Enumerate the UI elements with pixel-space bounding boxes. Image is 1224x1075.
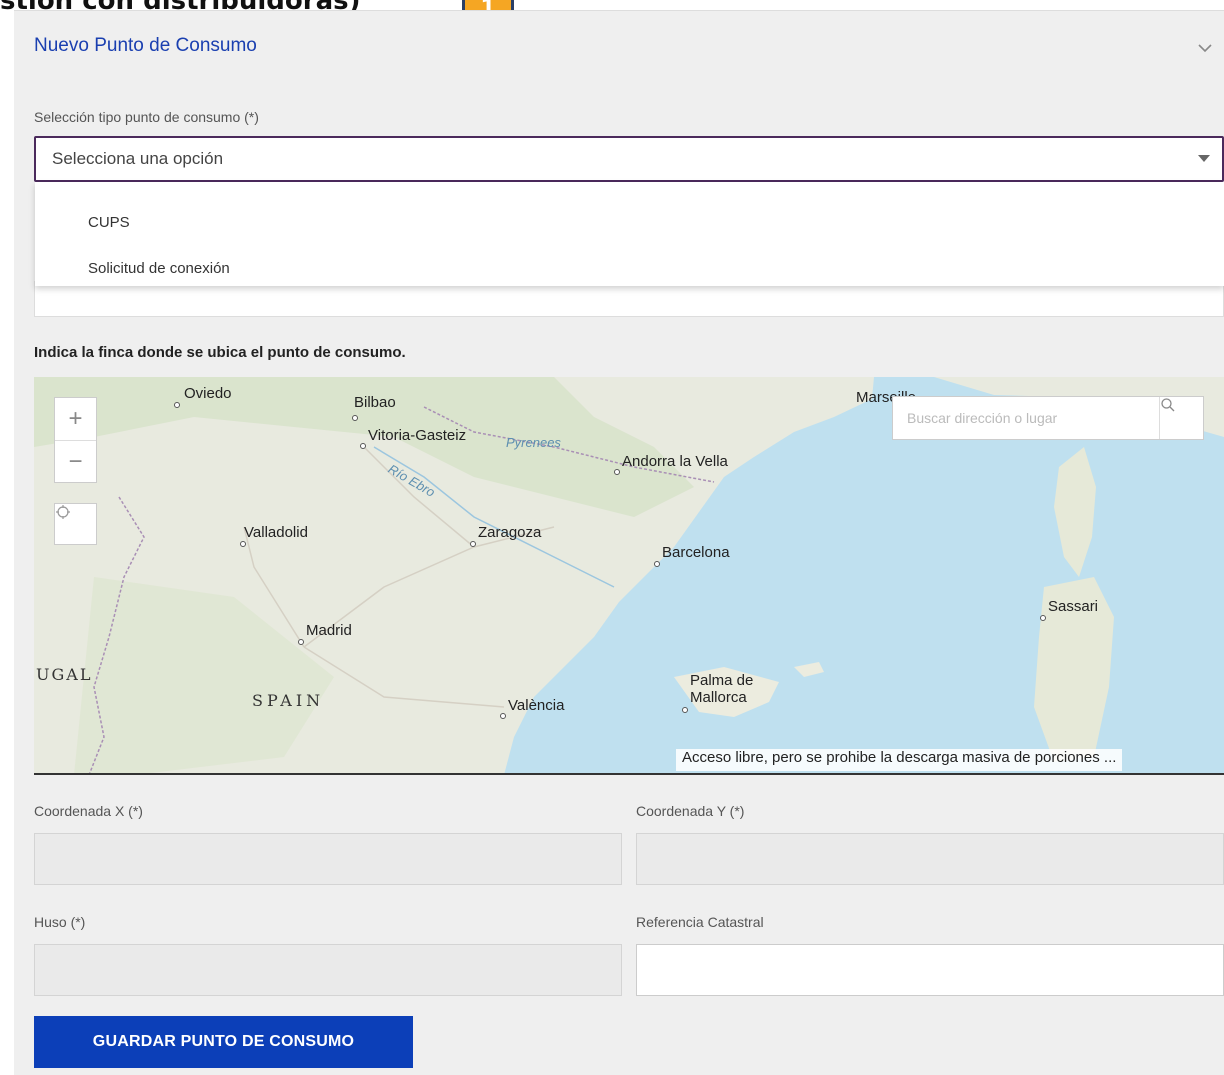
city-dot: [174, 402, 180, 408]
chevron-down-icon[interactable]: [1196, 39, 1214, 57]
map-label-valencia: València: [508, 697, 565, 714]
search-icon: [1161, 398, 1175, 412]
map-label-vitoria: Vitoria-Gasteiz: [368, 427, 467, 444]
map-label-sassari: Sassari: [1048, 598, 1099, 615]
city-dot: [298, 639, 304, 645]
map-attribution: Acceso libre, pero se prohibe la descarg…: [676, 749, 1123, 771]
city-dot: [352, 415, 358, 421]
map-search-button[interactable]: [1159, 397, 1203, 439]
catastral-label: Referencia Catastral: [636, 914, 764, 930]
panel-title: Nuevo Punto de Consumo: [34, 35, 257, 56]
consumption-type-dropdown: CUPS Solicitud de conexión: [35, 182, 1224, 286]
map-label-oviedo: Oviedo: [184, 385, 232, 402]
city-dot: [240, 541, 246, 547]
map-label-bilbao: Bilbao: [354, 394, 396, 411]
city-dot: [500, 713, 506, 719]
coord-y-input[interactable]: [636, 833, 1224, 885]
coord-y-label: Coordenada Y (*): [636, 803, 745, 819]
dropdown-option-connection-request[interactable]: Solicitud de conexión: [88, 260, 230, 277]
map-search-input[interactable]: [893, 397, 1159, 439]
land-menorca: [794, 662, 824, 677]
city-dot: [1040, 615, 1046, 621]
map-label-palma: Palma de Mallorca: [690, 672, 754, 706]
land-corsica: [1054, 447, 1096, 577]
dropdown-option-cups[interactable]: CUPS: [88, 214, 130, 231]
city-dot: [470, 541, 476, 547]
caret-down-icon: [1198, 155, 1210, 162]
city-dot: [654, 561, 660, 567]
coord-x-label: Coordenada X (*): [34, 803, 143, 819]
city-dot: [360, 443, 366, 449]
map-label-spain: SPAIN: [252, 691, 325, 710]
map-label-andorra: Andorra la Vella: [622, 453, 728, 470]
map-search-box: [892, 396, 1204, 440]
save-consumption-point-button[interactable]: GUARDAR PUNTO DE CONSUMO: [34, 1016, 413, 1068]
city-dot: [682, 707, 688, 713]
huso-label: Huso (*): [34, 914, 86, 930]
huso-input[interactable]: [34, 944, 622, 996]
consumption-type-select[interactable]: Selecciona una opción: [34, 136, 1224, 182]
locate-button[interactable]: [54, 503, 97, 545]
map-label-pyrenees: Pyrenees: [506, 435, 561, 450]
zoom-in-button[interactable]: +: [55, 398, 96, 440]
zoom-out-button[interactable]: −: [55, 440, 96, 482]
map-view[interactable]: Oviedo Bilbao Vitoria-Gasteiz Pyrenees A…: [34, 377, 1224, 775]
map-label-portugal: UGAL: [36, 665, 93, 684]
map-label-madrid: Madrid: [306, 622, 352, 639]
hidden-field: [34, 281, 1224, 317]
city-dot: [614, 469, 620, 475]
map-label-zaragoza: Zaragoza: [478, 524, 542, 541]
map-label-valladolid: Valladolid: [244, 524, 308, 541]
consumption-type-placeholder: Selecciona una opción: [52, 149, 224, 168]
zoom-control: + −: [54, 397, 97, 483]
consumption-point-panel: Nuevo Punto de Consumo Selección tipo pu…: [14, 10, 1224, 1075]
map-label-barcelona: Barcelona: [662, 544, 730, 561]
crosshair-icon: [56, 505, 70, 519]
catastral-input[interactable]: [636, 944, 1224, 996]
consumption-type-label: Selección tipo punto de consumo (*): [34, 109, 259, 125]
coord-x-input[interactable]: [34, 833, 622, 885]
location-label: Indica la finca donde se ubica el punto …: [34, 344, 406, 361]
